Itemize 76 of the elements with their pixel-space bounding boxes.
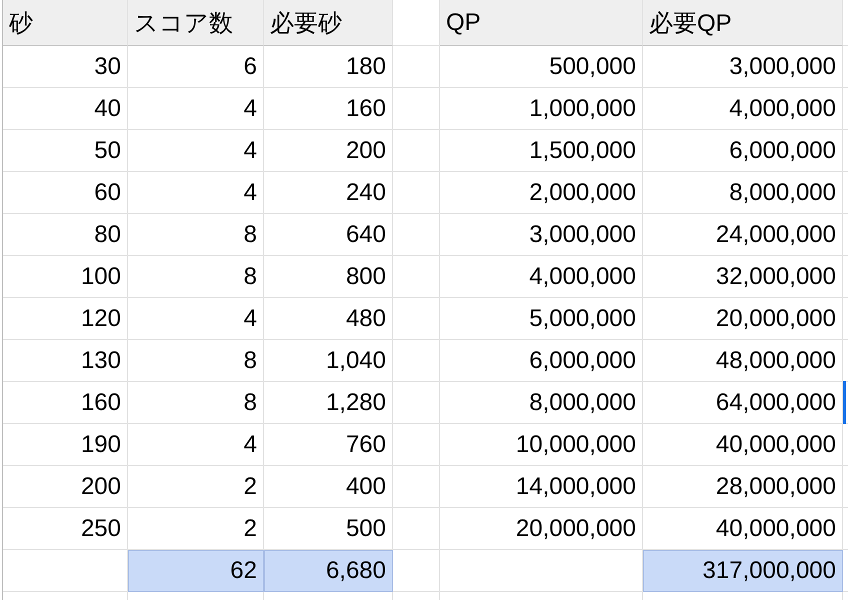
- empty-cell: [393, 382, 440, 424]
- table-cell: 1,280: [264, 382, 393, 424]
- total-cell: 317,000,000: [643, 550, 843, 592]
- table-cell: 6,000,000: [643, 130, 843, 172]
- table-cell: 120: [3, 298, 128, 340]
- table-cell: 4: [128, 298, 264, 340]
- empty-cell: [393, 298, 440, 340]
- table-cell: 48,000,000: [643, 340, 843, 382]
- table-cell: 160: [264, 88, 393, 130]
- empty-cell: [393, 424, 440, 466]
- table-cell: 20,000,000: [643, 298, 843, 340]
- table-cell: 180: [264, 46, 393, 88]
- table-cell: 80: [3, 214, 128, 256]
- table-cell: 400: [264, 466, 393, 508]
- table-cell: 8: [128, 256, 264, 298]
- table-cell: 200: [264, 130, 393, 172]
- table-cell: 4: [128, 172, 264, 214]
- table-cell: 4,000,000: [643, 88, 843, 130]
- table-cell: 1,000,000: [440, 88, 643, 130]
- empty-cell: [393, 340, 440, 382]
- column-header: スコア数: [128, 0, 264, 46]
- table-cell: 50: [3, 130, 128, 172]
- table-cell: 760: [264, 424, 393, 466]
- table-cell: 2,000,000: [440, 172, 643, 214]
- table-cell: 1,040: [264, 340, 393, 382]
- empty-cell: [393, 508, 440, 550]
- empty-cell: [393, 46, 440, 88]
- table-cell: 160: [3, 382, 128, 424]
- table-cell: 30: [3, 46, 128, 88]
- table-cell: 250: [3, 508, 128, 550]
- table-cell: 40,000,000: [643, 424, 843, 466]
- table-cell: 6: [128, 46, 264, 88]
- table-cell: 20,000,000: [440, 508, 643, 550]
- table-cell: 240: [264, 172, 393, 214]
- table-cell: 40: [3, 88, 128, 130]
- table-cell: 4: [128, 130, 264, 172]
- table-cell: 8: [128, 214, 264, 256]
- table-cell: 1,500,000: [440, 130, 643, 172]
- table-cell: 3,000,000: [440, 214, 643, 256]
- empty-cell: [393, 130, 440, 172]
- table-cell: 800: [264, 256, 393, 298]
- table-cell: 480: [264, 298, 393, 340]
- table-cell: 28,000,000: [643, 466, 843, 508]
- table-cell: 8,000,000: [440, 382, 643, 424]
- total-cell: 62: [128, 550, 264, 592]
- table-cell: 10,000,000: [440, 424, 643, 466]
- table-cell: 4,000,000: [440, 256, 643, 298]
- table-cell: 200: [3, 466, 128, 508]
- table-cell: 8: [128, 340, 264, 382]
- table-cell: 3,000,000: [643, 46, 843, 88]
- column-header: 砂: [3, 0, 128, 46]
- table-cell: 32,000,000: [643, 256, 843, 298]
- total-cell: 6,680: [264, 550, 393, 592]
- table-cell: 190: [3, 424, 128, 466]
- table-cell: 8,000,000: [643, 172, 843, 214]
- table-cell: 6,000,000: [440, 340, 643, 382]
- column-header: QP: [440, 0, 643, 46]
- table-cell: 100: [3, 256, 128, 298]
- table-cell: 500,000: [440, 46, 643, 88]
- table-cell: 24,000,000: [643, 214, 843, 256]
- column-header: 必要QP: [643, 0, 843, 46]
- table-cell: 640: [264, 214, 393, 256]
- table-cell: 4: [128, 424, 264, 466]
- table-cell: 4: [128, 88, 264, 130]
- empty-cell: [393, 256, 440, 298]
- table-cell: 2: [128, 466, 264, 508]
- table-cell: 60: [3, 172, 128, 214]
- table-cell: 5,000,000: [440, 298, 643, 340]
- column-header: 必要砂: [264, 0, 393, 46]
- table-cell: 130: [3, 340, 128, 382]
- table-cell: 8: [128, 382, 264, 424]
- empty-cell: [393, 466, 440, 508]
- table-cell: 14,000,000: [440, 466, 643, 508]
- empty-cell: [393, 88, 440, 130]
- empty-cell: [393, 214, 440, 256]
- empty-cell: [393, 172, 440, 214]
